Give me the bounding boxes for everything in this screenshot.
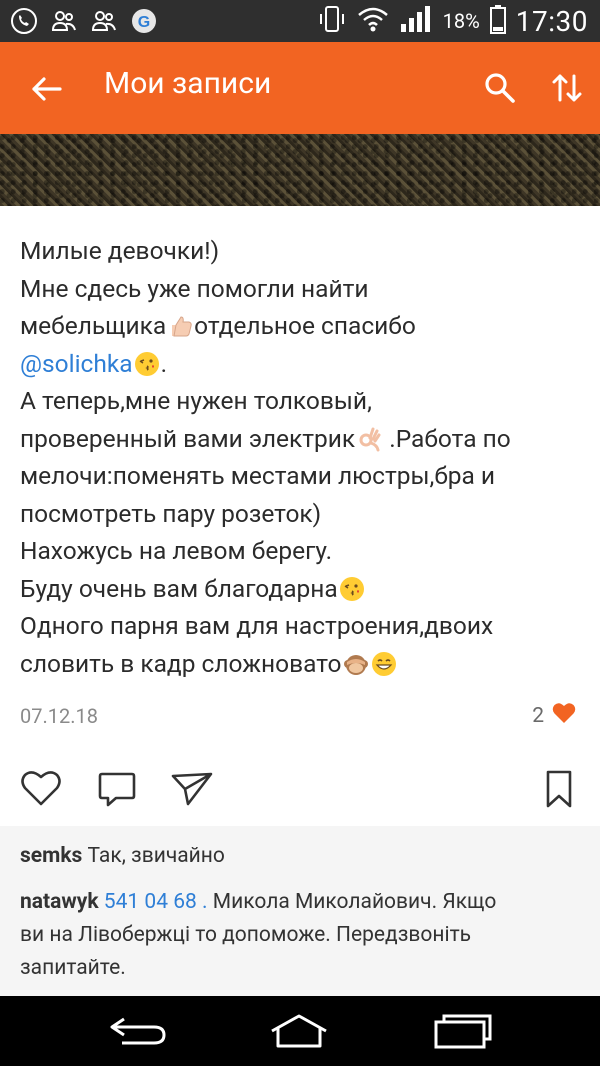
caption-line: посмотреть пару розеток) xyxy=(20,498,322,528)
comment-text: Микола Миколайович. Якщо xyxy=(212,890,497,914)
page-title: Мои записи xyxy=(104,66,272,101)
search-icon[interactable] xyxy=(482,70,518,106)
caption-line: Милые девочки!) xyxy=(20,236,220,265)
comment-item: semks Так, звичайно xyxy=(20,840,580,873)
comment-username[interactable]: natawyk xyxy=(20,890,99,914)
comment-item: natawyk 541 04 68 . Микола Миколайович. … xyxy=(20,886,580,985)
comment-text: Так, звичайно xyxy=(87,844,225,868)
caption-line: словить в кадр сложновато xyxy=(20,645,585,683)
heart-outline-icon[interactable] xyxy=(20,768,62,810)
comment-text: запитайте. xyxy=(20,956,126,980)
status-bar: G 18% 17:30 xyxy=(0,0,600,42)
wifi-icon xyxy=(357,5,389,37)
caption-line: Одного парня вам для настроения,двоих xyxy=(20,611,494,640)
caption-line: А теперь,мне нужен толковый, xyxy=(20,386,372,415)
share-icon[interactable] xyxy=(170,768,213,810)
phone-link[interactable]: 541 04 68 . xyxy=(104,890,208,914)
thumbs-up-emoji-icon xyxy=(167,312,193,338)
app-g-icon: G xyxy=(130,7,158,35)
comment-username[interactable]: semks xyxy=(20,844,82,868)
post-caption: Милые девочки!) Мне сдесь уже помогли на… xyxy=(20,232,585,682)
caption-line: проверенный вами электрик .Работа по xyxy=(20,423,511,453)
vibrate-icon xyxy=(317,4,347,38)
svg-text:G: G xyxy=(138,14,150,31)
comments-section: semks Так, звичайно natawyk 541 04 68 . … xyxy=(0,826,600,996)
signal-icon xyxy=(399,4,433,38)
recents-icon[interactable] xyxy=(432,1013,494,1049)
mention-link[interactable]: @solichka xyxy=(20,349,133,378)
back-nav-icon[interactable] xyxy=(106,1013,168,1049)
bookmark-icon[interactable] xyxy=(542,768,584,810)
users-icon xyxy=(50,7,78,35)
battery-percent: 18% xyxy=(442,9,480,33)
home-icon[interactable] xyxy=(268,1013,330,1049)
comment-text: ви на Лівобержці то допоможе. Передзвоні… xyxy=(20,923,472,947)
ok-hand-emoji-icon xyxy=(356,425,382,451)
like-count: 2 xyxy=(532,704,544,728)
grinning-emoji-icon xyxy=(371,650,397,676)
sort-icon[interactable] xyxy=(550,70,584,106)
like-counter[interactable]: 2 xyxy=(532,702,576,730)
caption-line: Мне сдесь уже помогли найти xyxy=(20,273,369,303)
caption-line: мелочи:поменять местами люстры,бра и xyxy=(20,461,496,490)
caption-line: @solichka. xyxy=(20,348,168,378)
users-icon xyxy=(90,7,118,35)
see-no-evil-monkey-emoji-icon xyxy=(343,650,369,676)
clock: 17:30 xyxy=(515,4,588,38)
kiss-emoji-icon xyxy=(339,575,365,601)
app-bar: Мои записи xyxy=(0,42,600,134)
caption-line: мебельщика отдельное спасибо xyxy=(20,311,416,340)
caption-line: Нахожусь на левом берегу. xyxy=(20,536,333,565)
post-actions xyxy=(0,768,600,812)
post-image[interactable] xyxy=(0,134,600,206)
kiss-emoji-icon xyxy=(134,350,160,376)
battery-icon xyxy=(489,4,506,38)
comment-icon[interactable] xyxy=(96,768,138,810)
viber-icon xyxy=(10,7,38,35)
caption-line: Буду очень вам благодарна xyxy=(20,570,585,608)
heart-filled-icon xyxy=(552,702,576,730)
post-date: 07.12.18 xyxy=(20,704,98,728)
back-arrow-icon[interactable] xyxy=(28,70,66,108)
system-nav-bar xyxy=(0,996,600,1066)
